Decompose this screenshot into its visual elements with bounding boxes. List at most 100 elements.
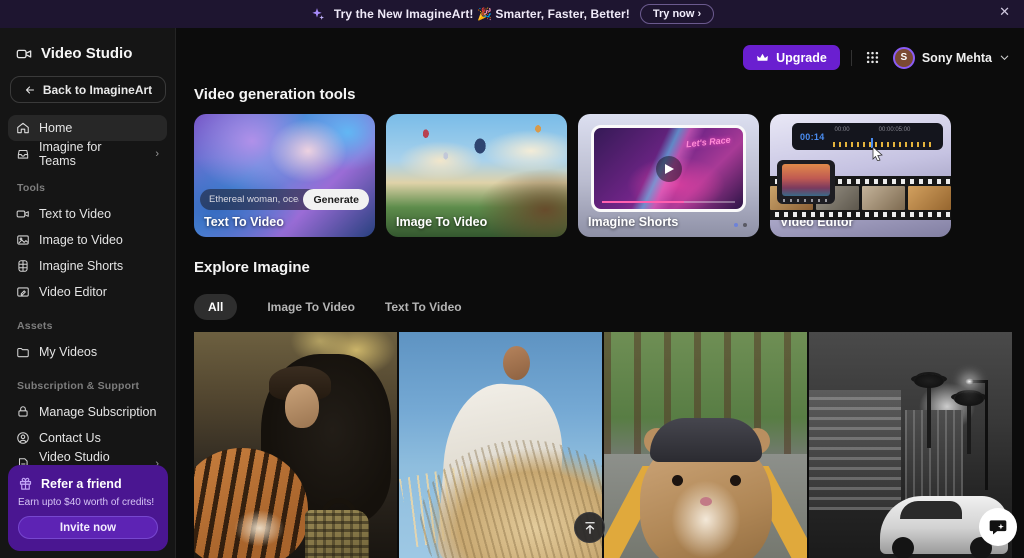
building-silhouette bbox=[809, 390, 901, 510]
sidebar-item-label: Imagine Shorts bbox=[39, 259, 123, 273]
tools-section-title: Video generation tools bbox=[194, 86, 355, 103]
chat-bubble-icon bbox=[988, 517, 1008, 537]
sidebar-item-my-videos[interactable]: My Videos bbox=[8, 339, 167, 365]
figure-face bbox=[285, 384, 319, 428]
arrow-left-icon bbox=[24, 84, 36, 96]
card-image-to-video[interactable]: Image To Video bbox=[386, 114, 567, 237]
play-button[interactable] bbox=[656, 156, 682, 182]
explore-section-title: Explore Imagine bbox=[194, 259, 310, 276]
section-label-subscription-support: Subscription & Support bbox=[8, 365, 167, 399]
sidebar-item-home[interactable]: Home bbox=[8, 115, 167, 141]
home-icon bbox=[16, 121, 30, 135]
arrow-up-to-line-icon bbox=[583, 521, 597, 535]
referral-title: Refer a friend bbox=[41, 477, 122, 491]
card-label: Imagine Shorts bbox=[588, 215, 678, 229]
invite-now-button[interactable]: Invite now bbox=[18, 516, 158, 539]
main-header: Upgrade S Sony Mehta bbox=[743, 45, 1010, 70]
card-label: Text To Video bbox=[204, 215, 284, 229]
video-progress-bar bbox=[602, 201, 735, 203]
palm-tree-silhouette bbox=[967, 402, 971, 454]
video-camera-icon bbox=[16, 46, 32, 62]
preview-thumbnail bbox=[782, 164, 830, 196]
tab-all[interactable]: All bbox=[194, 294, 237, 320]
banner-text: Try the New ImagineArt! 🎉 Smarter, Faste… bbox=[334, 7, 630, 21]
sidebar-item-manage-subscription[interactable]: Manage Subscription bbox=[8, 399, 167, 425]
chevron-right-icon: › bbox=[155, 148, 159, 160]
scroll-to-top-button[interactable] bbox=[574, 512, 605, 543]
palm-tree-silhouette bbox=[927, 384, 931, 448]
user-menu[interactable]: S Sony Mehta bbox=[893, 47, 1010, 69]
sidebar-item-label: Contact Us bbox=[39, 431, 101, 445]
building-silhouette bbox=[905, 410, 963, 510]
tool-cards: Ethereal woman, ocea Generate Text To Vi… bbox=[194, 114, 951, 237]
banner-close-button[interactable]: ✕ bbox=[999, 4, 1010, 20]
sidebar-item-text-to-video[interactable]: Text to Video bbox=[8, 201, 167, 227]
user-name: Sony Mehta bbox=[922, 51, 992, 65]
section-label-assets: Assets bbox=[8, 305, 167, 339]
apps-grid-button[interactable] bbox=[863, 48, 882, 67]
hamster-eye bbox=[730, 475, 741, 486]
gift-icon bbox=[18, 476, 33, 491]
header-divider bbox=[851, 50, 852, 66]
sidebar-item-video-editor[interactable]: Video Editor bbox=[8, 279, 167, 305]
back-to-imagineart-button[interactable]: Back to ImagineArt bbox=[10, 76, 166, 103]
film-frame bbox=[862, 186, 905, 210]
prompt-text: Ethereal woman, ocea bbox=[209, 194, 299, 205]
tab-text-to-video[interactable]: Text To Video bbox=[385, 300, 462, 314]
sidebar-item-label: Image to Video bbox=[39, 233, 123, 247]
editor-timeline: 00:14 00:00 00:00:05:00 bbox=[792, 123, 943, 150]
upgrade-button[interactable]: Upgrade bbox=[743, 45, 840, 70]
sidebar: Video Studio Back to ImagineArt Home Ima… bbox=[0, 28, 176, 558]
chat-support-button[interactable] bbox=[979, 508, 1017, 546]
figure-head bbox=[503, 346, 530, 380]
card-video-editor[interactable]: 00:14 00:00 00:00:05:00 bbox=[770, 114, 951, 237]
sidebar-item-contact-us[interactable]: Contact Us bbox=[8, 425, 167, 451]
app-title: Video Studio bbox=[41, 45, 132, 62]
teams-inbox-icon bbox=[16, 147, 30, 161]
sparkle-icon bbox=[310, 7, 324, 21]
timeline-timestamp: 00:14 bbox=[800, 132, 825, 142]
sidebar-item-image-to-video[interactable]: Image to Video bbox=[8, 227, 167, 253]
apps-grid-icon bbox=[865, 50, 880, 65]
sidebar-item-label: Text to Video bbox=[39, 207, 111, 221]
gallery-item-hamster-in-cap[interactable] bbox=[604, 332, 807, 558]
carousel-dot bbox=[743, 223, 747, 227]
ruler-label-mid: 00:00:05:00 bbox=[879, 127, 911, 133]
handbag-shape bbox=[305, 510, 369, 558]
play-icon bbox=[665, 164, 674, 174]
sidebar-item-label: Video Editor bbox=[39, 285, 107, 299]
explore-tabs: All Image To Video Text To Video bbox=[194, 294, 462, 320]
sidebar-item-label: Home bbox=[39, 121, 72, 135]
sidebar-item-label: Manage Subscription bbox=[39, 405, 156, 419]
main-content: Upgrade S Sony Mehta Video generation to… bbox=[176, 28, 1024, 558]
shorts-icon bbox=[16, 259, 30, 273]
card-imagine-shorts[interactable]: Let's Race Imagine Shorts bbox=[578, 114, 759, 237]
prompt-input[interactable]: Ethereal woman, ocea Generate bbox=[200, 189, 369, 210]
card-text-to-video[interactable]: Ethereal woman, ocea Generate Text To Vi… bbox=[194, 114, 375, 237]
refer-a-friend-card: Refer a friend Earn upto $40 worth of cr… bbox=[8, 465, 168, 551]
promo-banner: Try the New ImagineArt! 🎉 Smarter, Faste… bbox=[0, 0, 1024, 28]
chevron-down-icon bbox=[999, 52, 1010, 63]
film-frame bbox=[908, 186, 951, 210]
video-editor-icon bbox=[16, 285, 30, 299]
subscription-lock-icon bbox=[16, 405, 30, 419]
sidebar-item-label: Imagine for Teams bbox=[39, 140, 137, 168]
avatar: S bbox=[893, 47, 915, 69]
gallery-item-woman-in-white-with-pampas[interactable] bbox=[399, 332, 602, 558]
tab-image-to-video[interactable]: Image To Video bbox=[267, 300, 355, 314]
folder-icon bbox=[16, 345, 30, 359]
try-now-button[interactable]: Try now › bbox=[640, 4, 714, 24]
card-label: Image To Video bbox=[396, 215, 487, 229]
generate-button[interactable]: Generate bbox=[303, 189, 369, 210]
hamster-nose bbox=[700, 497, 712, 506]
film-perforations bbox=[770, 212, 951, 217]
gallery-item-woman-with-tiger[interactable] bbox=[194, 332, 397, 558]
shorts-video-preview: Let's Race bbox=[591, 125, 746, 212]
hamster-eye bbox=[672, 475, 683, 486]
sidebar-item-imagine-for-teams[interactable]: Imagine for Teams › bbox=[8, 141, 167, 167]
editor-preview-player bbox=[777, 160, 835, 204]
section-label-tools: Tools bbox=[8, 167, 167, 201]
referral-subtitle: Earn upto $40 worth of credits! bbox=[18, 497, 158, 508]
neon-sign-text: Let's Race bbox=[686, 135, 731, 150]
sidebar-item-imagine-shorts[interactable]: Imagine Shorts bbox=[8, 253, 167, 279]
